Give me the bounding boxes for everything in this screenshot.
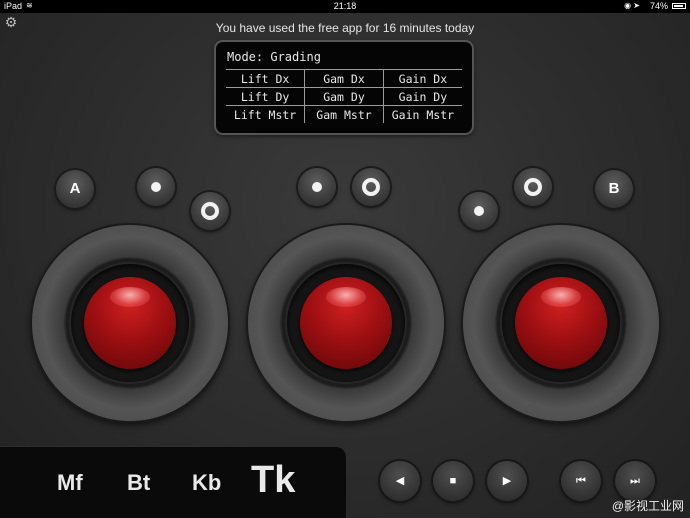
lcd-cell: Gam Dx — [304, 69, 384, 88]
a-button-label: A — [69, 180, 81, 197]
gamma-trackball-ring[interactable] — [248, 225, 444, 421]
stop-icon: ■ — [449, 475, 457, 487]
gain-trackball[interactable] — [515, 277, 607, 369]
lift-trackball[interactable] — [84, 277, 176, 369]
lcd-mode-label: Mode: Grading — [227, 50, 321, 64]
trackball-well — [502, 264, 620, 382]
center-dot-button[interactable] — [298, 168, 336, 206]
b-button[interactable]: B — [595, 170, 633, 208]
skip-forward-icon: ⏭ — [630, 475, 640, 487]
right-ring-button[interactable] — [514, 168, 552, 206]
skip-back-icon: ⏮ — [576, 475, 586, 487]
lift-trackball-ring[interactable] — [32, 225, 228, 421]
lcd-cell: Lift Dx — [226, 69, 306, 88]
b-button-label: B — [608, 180, 620, 197]
gain-trackball-ring[interactable] — [463, 225, 659, 421]
left-dot-button[interactable] — [137, 168, 175, 206]
dot-icon — [312, 182, 322, 192]
dot-icon — [474, 206, 484, 216]
lcd-cell: Gain Dy — [382, 87, 462, 106]
rewind-icon: ◀ — [395, 475, 405, 487]
battery-icon — [672, 3, 686, 9]
clock: 21:18 — [333, 1, 357, 11]
mode-kb-tab[interactable]: Kb — [192, 470, 221, 496]
location-icon: ◉ ➤ — [624, 1, 640, 10]
lcd-cell: Gam Dy — [304, 87, 384, 106]
lcd-cell: Lift Mstr — [226, 105, 306, 123]
previous-button[interactable]: ⏮ — [561, 461, 601, 501]
ring-icon — [362, 178, 380, 196]
ring-icon — [524, 178, 542, 196]
ring-icon — [201, 202, 219, 220]
free-usage-banner: You have used the free app for 16 minute… — [215, 21, 475, 35]
lcd-function-table: Lift Dx Gam Dx Gain Dx Lift Dy Gam Dy Ga… — [226, 69, 462, 123]
trackball-well — [71, 264, 189, 382]
mode-bt-tab[interactable]: Bt — [127, 470, 150, 496]
stop-button[interactable]: ■ — [433, 461, 473, 501]
left-ring-button[interactable] — [191, 192, 229, 230]
dot-icon — [151, 182, 161, 192]
center-ring-button[interactable] — [352, 168, 390, 206]
mode-tk-tab[interactable]: Tk — [251, 459, 295, 502]
next-button[interactable]: ⏭ — [615, 461, 655, 501]
watermark: @影视工业网 — [611, 499, 684, 513]
status-bar: iPad ≋ 21:18 ◉ ➤ 74% — [0, 0, 690, 13]
trackball-well — [287, 264, 405, 382]
lcd-display: Mode: Grading Lift Dx Gam Dx Gain Dx Lif… — [216, 42, 472, 133]
play-button[interactable]: ▶ — [487, 461, 527, 501]
right-dot-button[interactable] — [460, 192, 498, 230]
lcd-cell: Gam Mstr — [304, 105, 384, 123]
battery-percent: 74% — [649, 1, 668, 11]
lcd-cell: Gain Dx — [382, 69, 462, 88]
play-icon: ▶ — [502, 475, 512, 487]
gamma-trackball[interactable] — [300, 277, 392, 369]
lcd-cell: Lift Dy — [226, 87, 306, 106]
mode-mf-tab[interactable]: Mf — [57, 470, 83, 496]
lcd-cell: Gain Mstr — [382, 105, 462, 123]
a-button[interactable]: A — [56, 170, 94, 208]
rewind-button[interactable]: ◀ — [380, 461, 420, 501]
